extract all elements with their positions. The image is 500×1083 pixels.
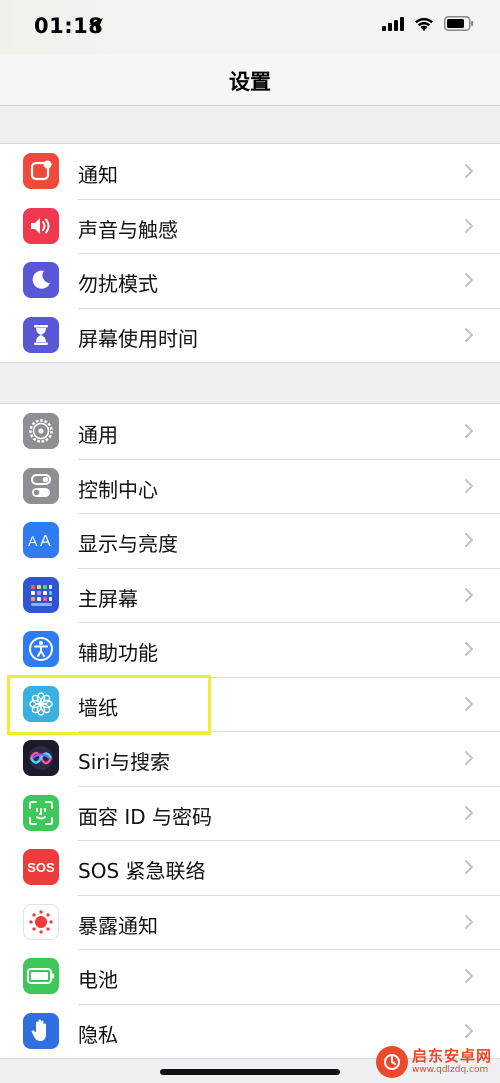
chevron-right-icon — [465, 914, 473, 929]
home-screen-grid-icon — [23, 576, 59, 613]
accessibility-icon — [23, 631, 59, 667]
chevron-right-icon — [465, 218, 473, 233]
settings-item-control-center[interactable]: 控制中心 — [0, 458, 500, 514]
hand-icon — [23, 1012, 59, 1049]
settings-item-label: 主屏幕 — [78, 586, 138, 611]
chevron-right-icon — [465, 1023, 473, 1038]
settings-item-notifications[interactable]: 通知 — [0, 144, 500, 199]
hourglass-icon — [23, 316, 59, 353]
exposure-icon — [23, 903, 59, 940]
settings-item-emergency-sos[interactable]: SOS SOS 紧急联络 — [0, 840, 500, 895]
page-title: 设置 — [229, 70, 271, 94]
settings-group-1: 通知 声音与触感 勿扰模式 屏幕使用时间 — [0, 143, 500, 363]
settings-item-label: 电池 — [78, 968, 118, 992]
chevron-right-icon — [465, 273, 473, 287]
settings-item-label: 勿扰模式 — [78, 272, 158, 296]
battery-icon — [23, 958, 59, 994]
svg-text:A: A — [40, 533, 51, 550]
chevron-right-icon — [465, 805, 473, 820]
chevron-right-icon — [465, 696, 473, 711]
chevron-right-icon — [465, 424, 473, 438]
chevron-right-icon — [465, 478, 473, 493]
watermark-name: 启东安卓网 — [411, 1047, 492, 1065]
battery-status-icon — [444, 16, 474, 31]
chevron-right-icon — [465, 860, 473, 874]
chevron-right-icon — [465, 969, 473, 983]
location-arrow-icon — [89, 18, 103, 32]
sos-icon: SOS — [23, 849, 59, 885]
settings-item-label: 声音与触感 — [78, 217, 178, 242]
settings-item-label: 辅助功能 — [78, 641, 158, 665]
settings-item-general[interactable]: 通用 — [0, 404, 500, 459]
siri-icon — [23, 740, 59, 776]
settings-item-siri-search[interactable]: Siri与搜索 — [0, 731, 500, 786]
settings-item-label: 暴露通知 — [78, 913, 158, 938]
settings-item-home-screen[interactable]: 主屏幕 — [0, 567, 500, 623]
settings-item-label: 控制中心 — [78, 477, 158, 502]
watermark-logo-icon — [375, 1046, 408, 1078]
svg-text:A: A — [28, 533, 38, 549]
settings-item-label: 隐私 — [78, 1022, 118, 1047]
settings-item-label: 通用 — [78, 423, 118, 447]
settings-item-label: 屏幕使用时间 — [78, 326, 198, 351]
settings-item-face-id-passcode[interactable]: 面容 ID 与密码 — [0, 785, 500, 841]
speaker-icon — [23, 207, 59, 244]
chevron-right-icon — [465, 642, 473, 656]
gear-icon — [23, 413, 59, 449]
chevron-right-icon — [465, 327, 473, 342]
settings-item-exposure-notifications[interactable]: 暴露通知 — [0, 894, 500, 950]
settings-item-battery[interactable]: 电池 — [0, 949, 500, 1004]
svg-text:SOS: SOS — [27, 860, 55, 875]
text-size-icon: A A — [23, 522, 59, 558]
wifi-icon — [415, 17, 433, 31]
settings-item-wallpaper[interactable]: 墙纸 — [0, 676, 500, 732]
chevron-right-icon — [465, 751, 473, 765]
settings-item-label: 通知 — [78, 163, 118, 187]
chevron-right-icon — [465, 533, 473, 547]
watermark: 启东安卓网 www.qdlzdq.com — [375, 1046, 492, 1078]
settings-item-label: SOS 紧急联络 — [78, 859, 206, 883]
moon-icon — [23, 262, 59, 298]
settings-item-label: 面容 ID 与密码 — [78, 804, 213, 829]
chevron-right-icon — [465, 164, 473, 178]
navigation-bar: 设置 — [0, 54, 500, 106]
status-bar: 01:18 — [0, 0, 500, 54]
settings-item-display-brightness[interactable]: A A 显示与亮度 — [0, 513, 500, 568]
settings-item-accessibility[interactable]: 辅助功能 — [0, 622, 500, 677]
toggle-switches-icon — [23, 467, 59, 504]
settings-item-label: 墙纸 — [78, 695, 118, 720]
settings-group-2: 通用 控制中心 A A 显示与亮度 主屏幕 辅助功能 墙纸 Siri与搜索 面容… — [0, 403, 500, 1059]
settings-item-sounds-haptics[interactable]: 声音与触感 — [0, 198, 500, 254]
settings-item-do-not-disturb[interactable]: 勿扰模式 — [0, 253, 500, 308]
settings-item-screen-time[interactable]: 屏幕使用时间 — [0, 307, 500, 363]
settings-item-label: Siri与搜索 — [78, 750, 171, 774]
chevron-right-icon — [465, 587, 473, 602]
flower-icon — [23, 685, 59, 722]
home-indicator[interactable] — [160, 1069, 340, 1075]
settings-item-label: 显示与亮度 — [78, 532, 178, 556]
watermark-url: www.qdlzdq.com — [411, 1065, 489, 1075]
face-id-icon — [23, 794, 59, 831]
notifications-icon — [23, 153, 59, 189]
cellular-signal-icon — [382, 16, 404, 31]
